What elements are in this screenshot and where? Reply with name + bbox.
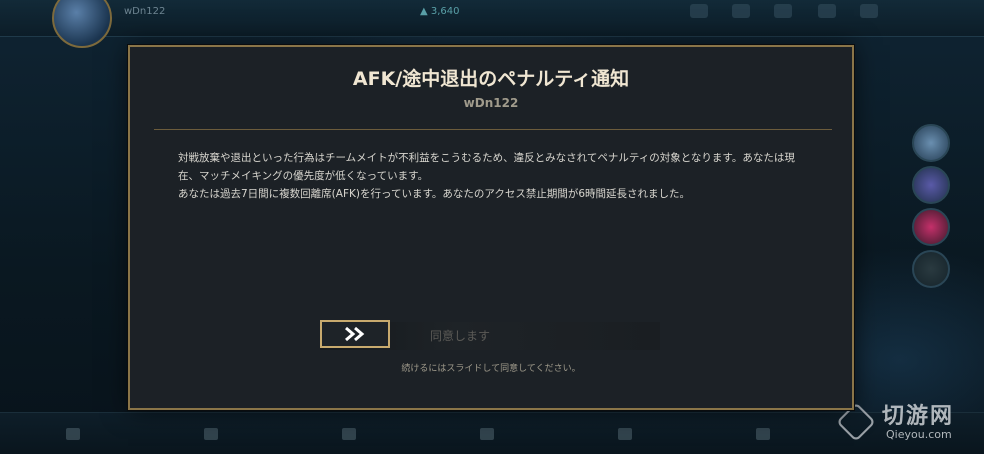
collection-icon[interactable] bbox=[732, 4, 750, 18]
divider bbox=[154, 129, 832, 130]
nav-social-icon[interactable] bbox=[480, 428, 494, 440]
modal-username: wDn122 bbox=[463, 96, 519, 110]
client-background: wDn122 ▲ 3,640 切游网 Qieyou.com AFK/途中退出のペ… bbox=[0, 0, 984, 454]
currency-display: ▲ 3,640 bbox=[420, 6, 460, 17]
double-chevron-right-icon bbox=[345, 326, 365, 342]
nav-store-icon[interactable] bbox=[342, 428, 356, 440]
body-paragraph-2: あなたは過去7日間に複数回離席(AFK)を行っています。あなたのアクセス禁止期間… bbox=[178, 188, 691, 200]
top-bar: wDn122 ▲ 3,640 bbox=[0, 0, 984, 48]
mail-icon[interactable] bbox=[818, 4, 836, 18]
nav-more-icon[interactable] bbox=[756, 428, 770, 440]
loot-icon[interactable] bbox=[774, 4, 792, 18]
modal-title: AFK/途中退出のペナルティ通知 bbox=[352, 68, 630, 90]
watermark-text: 切游网 bbox=[882, 404, 955, 429]
avatar[interactable] bbox=[52, 0, 112, 48]
shop-icon[interactable] bbox=[690, 4, 708, 18]
nav-home-icon[interactable] bbox=[66, 428, 80, 440]
watermark: 切游网 Qieyou.com bbox=[836, 398, 976, 448]
side-orb-4[interactable] bbox=[912, 250, 950, 288]
side-orb-3[interactable] bbox=[912, 208, 950, 246]
watermark-sub: Qieyou.com bbox=[886, 428, 952, 441]
modal-body: 対戦放棄や退出といった行為はチームメイトが不利益をこうむるため、違反とみなされて… bbox=[178, 149, 808, 203]
body-paragraph-1: 対戦放棄や退出といった行為はチームメイトが不利益をこうむるため、違反とみなされて… bbox=[178, 152, 795, 182]
nav-profile-icon[interactable] bbox=[204, 428, 218, 440]
top-username: wDn122 bbox=[124, 6, 166, 17]
agree-slider-label: 同意します bbox=[430, 329, 491, 343]
settings-icon[interactable] bbox=[860, 4, 878, 18]
side-orb-1[interactable] bbox=[912, 124, 950, 162]
nav-events-icon[interactable] bbox=[618, 428, 632, 440]
penalty-modal: AFK/途中退出のペナルティ通知 wDn122 対戦放棄や退出といった行為はチー… bbox=[128, 45, 854, 410]
slider-hint: 続けるにはスライドして同意してください。 bbox=[401, 364, 581, 374]
agree-slider-handle[interactable] bbox=[320, 320, 390, 348]
side-orb-2[interactable] bbox=[912, 166, 950, 204]
